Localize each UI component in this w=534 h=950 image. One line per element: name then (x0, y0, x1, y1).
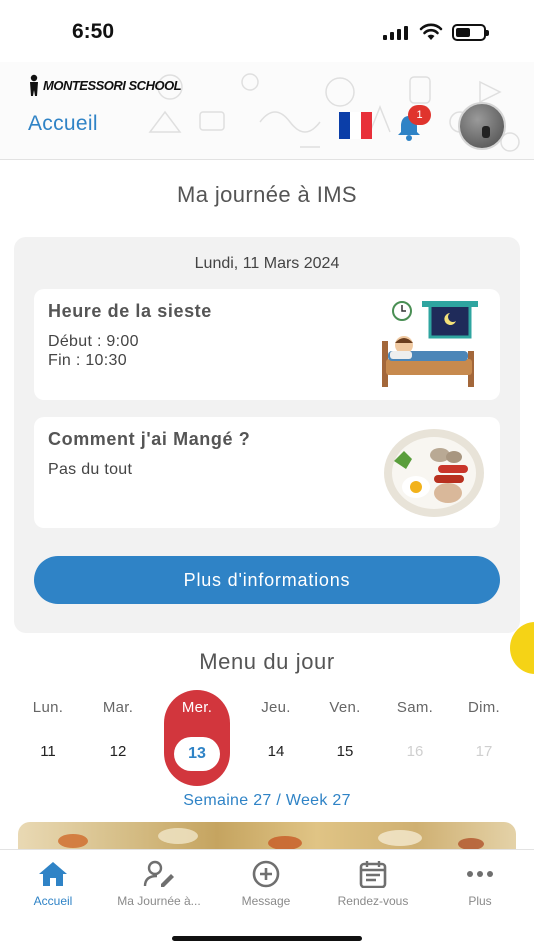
day-name-selected[interactable]: Mer. (162, 699, 232, 716)
user-edit-icon (143, 860, 174, 887)
school-logo: MONTESSORI SCHOOL (28, 72, 182, 98)
bottom-tab-bar: Accueil Ma Journée à... Message Rendez-v… (0, 849, 534, 950)
tab-label: Message (241, 894, 291, 908)
notification-badge: 1 (408, 105, 431, 125)
logo-figure-icon (30, 74, 38, 96)
home-icon (39, 862, 67, 886)
day-name[interactable]: Lun. (13, 699, 83, 716)
week-label: Semaine 27 / Week 27 (183, 792, 351, 809)
sleeping-child-illustration (382, 301, 478, 387)
clock: 6:50 (72, 20, 115, 43)
day-name[interactable]: Dim. (449, 699, 519, 716)
meal-value: Pas du tout (48, 461, 133, 478)
france-flag-icon[interactable] (339, 112, 372, 139)
page-title: Ma journée à IMS (176, 182, 358, 207)
status-bar: 6:50 (0, 0, 534, 62)
day-number-disabled: 17 (475, 743, 493, 760)
battery-icon (452, 24, 489, 41)
nap-card: Heure de la sieste Début : 9:00 Fin : 10… (34, 289, 500, 400)
meal-title: Comment j'ai Mangé ? (48, 429, 251, 449)
cellular-signal-icon (383, 26, 408, 40)
day-number[interactable]: 12 (83, 743, 153, 760)
calendar-icon (359, 861, 387, 888)
day-name[interactable]: Mar. (83, 699, 153, 716)
home-indicator[interactable] (172, 936, 362, 941)
card-date: Lundi, 11 Mars 2024 (194, 255, 340, 272)
more-info-button[interactable]: Plus d'informations (34, 556, 500, 604)
tab-rendez-vous[interactable]: Rendez-vous (320, 860, 426, 908)
tab-ma-journee[interactable]: Ma Journée à... (106, 860, 212, 908)
breakfast-plate-illustration (384, 429, 484, 517)
day-number-selected[interactable]: 13 (174, 737, 220, 771)
tab-label: Accueil (33, 894, 73, 908)
tab-accueil[interactable]: Accueil (0, 860, 106, 908)
nap-end: Fin : 10:30 (48, 352, 127, 369)
day-number[interactable]: 14 (241, 743, 311, 760)
plus-circle-icon (252, 860, 280, 888)
daily-summary-card: Lundi, 11 Mars 2024 Heure de la sieste D… (14, 237, 520, 633)
more-dots-icon (467, 871, 493, 877)
nap-start: Début : 9:00 (48, 333, 139, 350)
day-number-disabled: 16 (406, 743, 424, 760)
tab-message[interactable]: Message (213, 860, 319, 908)
avatar[interactable] (458, 102, 506, 150)
day-name[interactable]: Jeu. (241, 699, 311, 716)
tab-label: Ma Journée à... (117, 894, 201, 908)
wifi-icon (419, 23, 443, 40)
tab-plus[interactable]: Plus (427, 860, 533, 908)
app-header: MONTESSORI SCHOOL Accueil 1 (0, 62, 534, 160)
tab-label: Plus (468, 894, 492, 908)
nav-accueil-link[interactable]: Accueil (28, 112, 98, 136)
meal-card: Comment j'ai Mangé ? Pas du tout (34, 417, 500, 528)
day-name[interactable]: Sam. (380, 699, 450, 716)
nap-title: Heure de la sieste (48, 301, 212, 321)
tab-label: Rendez-vous (337, 894, 409, 908)
day-number[interactable]: 11 (13, 743, 83, 760)
menu-title: Menu du jour (199, 649, 335, 674)
logo-text: MONTESSORI SCHOOL (43, 77, 182, 93)
day-number[interactable]: 15 (310, 743, 380, 760)
day-name[interactable]: Ven. (310, 699, 380, 716)
